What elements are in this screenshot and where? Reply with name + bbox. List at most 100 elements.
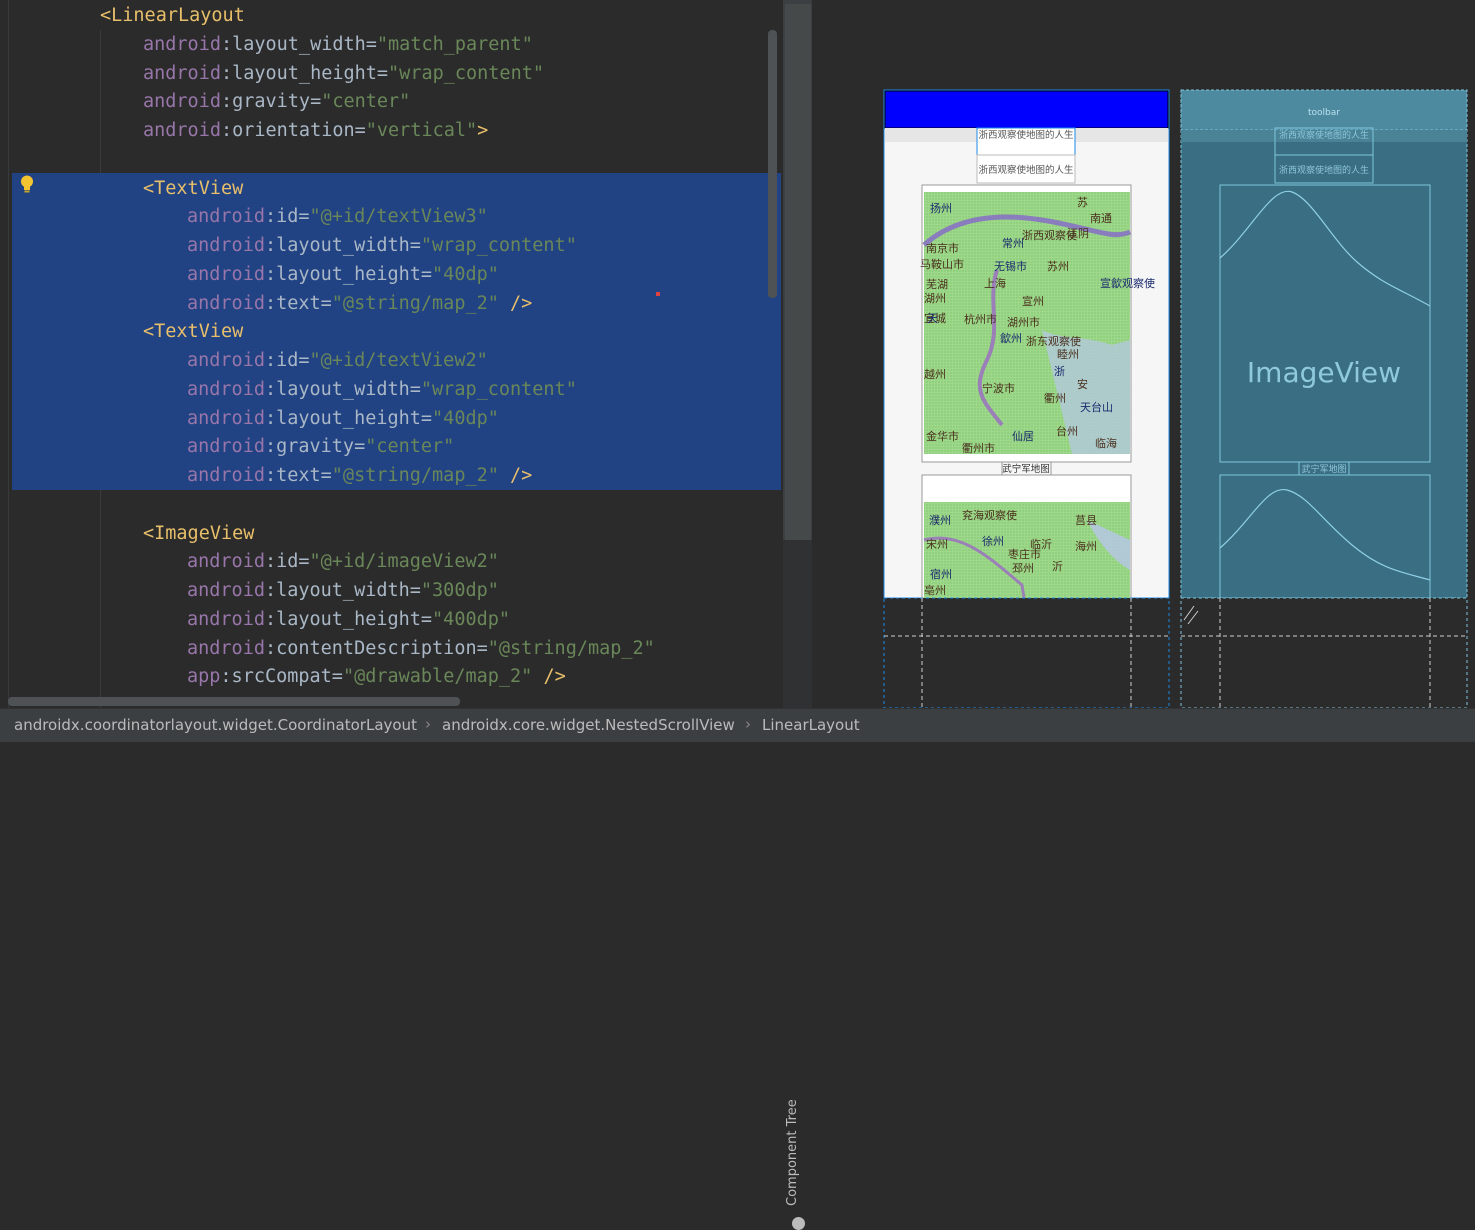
caption-label: 武宁军地图 [1002, 463, 1050, 475]
breadcrumb-coordinatorlayout[interactable]: androidx.coordinatorlayout.widget.Coordi… [14, 716, 417, 734]
code-token: :layout_height= [264, 263, 433, 285]
code-line[interactable]: android:layout_height="400dp" [187, 605, 510, 634]
component-tree-tab[interactable]: Component Tree [783, 540, 813, 1230]
code-line[interactable]: android:contentDescription="@string/map_… [187, 634, 655, 663]
code-token: :layout_height= [264, 407, 433, 429]
code-token: "wrap_content" [420, 235, 577, 256]
breadcrumb-separator: › [425, 715, 431, 733]
map-label: 亳州 [924, 583, 946, 597]
breadcrumb-nestedscrollview[interactable]: androidx.core.widget.NestedScrollView [442, 716, 735, 734]
map-label: 睦州 [1057, 348, 1079, 361]
code-token: :layout_width= [220, 33, 377, 55]
map-label: 杭州市 [964, 312, 997, 326]
map-label: 浙东观察使 [1026, 334, 1081, 348]
design-phone[interactable]: 浙西观察使地图的人生 浙西观察使地图的人生 扬州 苏南通南京市 常州浙西观察使江阴马… [883, 89, 1170, 709]
map-label: 濮州 [929, 513, 951, 527]
map-label: 苏州 [1047, 260, 1069, 273]
code-line[interactable]: android:layout_height="40dp" [187, 260, 499, 289]
blueprint-text-3-label: 浙西观察使地图的人生 [1279, 129, 1369, 141]
code-token: <ImageView [143, 522, 255, 544]
code-line[interactable]: android:layout_height="40dp" [187, 404, 499, 433]
code-token: :layout_width= [264, 378, 421, 400]
map-label: 衢州市 [962, 441, 995, 455]
vertical-scrollbar[interactable] [768, 30, 777, 298]
code-token: "40dp" [432, 407, 499, 429]
code-token: "@drawable/map_2" [342, 666, 533, 688]
breadcrumb-separator: › [745, 715, 751, 733]
code-token: "wrap_content" [420, 378, 577, 400]
code-line[interactable]: <TextView [143, 174, 243, 203]
code-line[interactable]: android:id="@+id/textView3" [187, 202, 488, 231]
code-token: :text= [264, 292, 332, 314]
blueprint-phone[interactable]: toolbar 浙西观察使地图的人生 浙西观察使地图的人生 ImageView … [1180, 89, 1468, 709]
code-token: app [187, 666, 221, 688]
lightbulb-icon[interactable] [20, 175, 34, 193]
map-label: 上海 [984, 276, 1006, 290]
offscreen-area [883, 597, 1170, 709]
code-token: <TextView [143, 321, 244, 343]
code-line[interactable]: android:layout_width="wrap_content" [187, 231, 577, 260]
map-label: 天 [927, 312, 938, 325]
code-token: android [187, 551, 265, 573]
code-line[interactable]: android:gravity="center" [187, 432, 454, 461]
map-label: 天台山 [1080, 400, 1113, 414]
code-line[interactable]: android:orientation="vertical"> [143, 116, 488, 145]
code-line[interactable]: android:text="@string/map_2" /> [187, 289, 532, 318]
code-token: android [187, 263, 265, 285]
code-line[interactable]: <LinearLayout [100, 1, 245, 30]
code-token: "@string/map_2" [331, 292, 499, 314]
design-surface[interactable]: 浙西观察使地图的人生 浙西观察使地图的人生 扬州苏南通 南京市 常州 浙西观察使 江阴马… [812, 0, 1475, 709]
code-line[interactable]: <TextView [143, 317, 243, 346]
code-line[interactable]: android:id="@+id/textView2" [187, 346, 488, 375]
map-label: 歙州 [1000, 331, 1022, 345]
code-editor[interactable]: <LinearLayout android:layout_width="match… [0, 0, 781, 708]
code-line[interactable]: android:layout_height="wrap_content" [143, 59, 544, 88]
code-token: "@+id/textView3" [309, 206, 488, 228]
breadcrumb-linearlayout[interactable]: LinearLayout [762, 716, 860, 734]
component-tree-label[interactable]: Component Tree [785, 1099, 800, 1206]
code-line[interactable]: android:text="@string/map_2" /> [187, 461, 532, 490]
horizontal-scrollbar[interactable] [8, 697, 460, 706]
code-line[interactable]: android:gravity="center" [143, 87, 410, 116]
map-label: 临海 [1095, 436, 1117, 450]
code-token: android [143, 62, 221, 84]
map-label: 苏 [1077, 196, 1088, 209]
code-token: /> [532, 666, 566, 688]
error-marker [656, 292, 660, 296]
blueprint-text-2-label: 浙西观察使地图的人生 [1279, 164, 1369, 176]
code-token: :layout_width= [264, 580, 421, 601]
code-line[interactable]: android:layout_width="wrap_content" [187, 375, 577, 404]
code-token: :id= [264, 551, 310, 573]
code-token: "40dp" [432, 263, 499, 285]
code-line[interactable]: <ImageView [143, 519, 254, 548]
map-label: 常州 [1002, 237, 1024, 250]
code-line[interactable]: android:id="@+id/imageView2" [187, 547, 499, 576]
map-label: 芜湖 [926, 277, 948, 291]
code-token: <TextView [143, 177, 244, 199]
code-token: android [187, 350, 265, 371]
map-label: 宋州 [926, 537, 948, 551]
map-label: 邳州 [1012, 562, 1034, 575]
map-label: 南通 [1090, 212, 1112, 225]
globe-icon[interactable] [792, 1217, 805, 1230]
map-label: 海州 [1075, 539, 1097, 553]
code-token: android [187, 378, 265, 400]
map-label: 衢州 [1044, 392, 1066, 405]
code-token: :contentDescription= [264, 637, 488, 659]
code-token: android [187, 292, 265, 314]
map-label: 徐州 [982, 534, 1004, 548]
code-line[interactable]: android:layout_width="match_parent" [143, 30, 533, 59]
map-label: 无锡市 [994, 259, 1027, 273]
map-label: 马鞍山市 [920, 257, 964, 271]
code-token: "300dp" [420, 580, 499, 601]
editor-gutter [8, 0, 9, 708]
code-line[interactable]: app:srcCompat="@drawable/map_2" /> [187, 662, 566, 691]
code-line[interactable]: android:layout_width="300dp" [187, 576, 499, 605]
code-token: android [187, 235, 265, 256]
toolbar[interactable] [884, 90, 1169, 129]
code-token: :id= [264, 206, 310, 228]
map-label: 宣州 [1022, 294, 1044, 308]
code-token: android [143, 33, 221, 55]
map-label: 湖州市 [1007, 315, 1040, 329]
map-label: 仙居 [1012, 430, 1034, 443]
